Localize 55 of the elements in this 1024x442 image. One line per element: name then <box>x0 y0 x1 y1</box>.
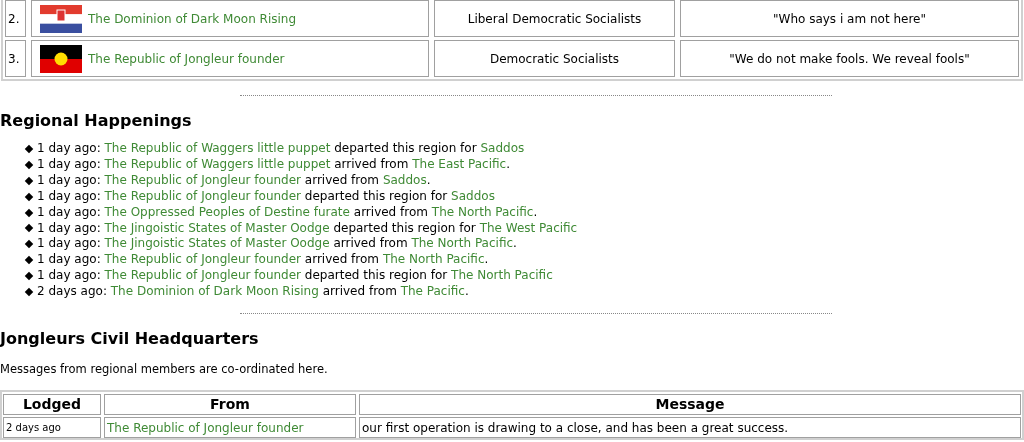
flag-icon <box>40 44 82 73</box>
section-description: Messages from regional members are co-ordinated here. <box>0 362 329 377</box>
rank-cell: 3. <box>5 40 26 77</box>
bullet-icon <box>24 271 34 281</box>
bullet-icon <box>24 176 34 185</box>
bullet-icon <box>24 287 34 297</box>
region-link[interactable]: Saddos <box>382 172 427 187</box>
event-text: 1 day ago: The Jingoistic States of Master Oodge arrived from The North Pacific. <box>37 236 517 253</box>
nation-link[interactable]: The Republic of Waggers little puppet <box>104 141 331 155</box>
motto-cell: "We do not make fools. We reveal fools" <box>680 40 1019 77</box>
nation-link[interactable]: The Republic of Jongleur founder <box>104 172 302 187</box>
event-text: 1 day ago: The Republic of Jongleur founder arrived from Saddos. <box>37 172 431 189</box>
region-link[interactable]: The North Pacific <box>382 252 485 267</box>
government-cell: Democratic Socialists <box>434 40 675 77</box>
date-cell: 2 days ago <box>3 417 101 439</box>
bullet-icon <box>24 240 34 249</box>
bullet-icon <box>24 256 34 265</box>
region-link[interactable]: The North Pacific <box>451 268 553 283</box>
column-header: Lodged <box>3 394 101 416</box>
nation-link[interactable]: The Oppressed Peoples of Destine furate <box>104 204 350 219</box>
nation-link[interactable]: The Republic of Waggers little puppet <box>104 156 331 171</box>
motto-cell: "Who says i am not here" <box>680 0 1019 37</box>
nation-link[interactable]: The Republic of Jongleur founder <box>104 252 302 267</box>
message-cell: our first operation is drawing to a close, and has been a great success. <box>359 417 1021 439</box>
region-link[interactable]: The Pacific <box>400 284 465 299</box>
event-text: 1 day ago: The Republic of Waggers little puppet departed this region for Saddos <box>37 141 525 157</box>
nation-link[interactable]: The Republic of Jongleur founder <box>104 188 302 203</box>
nation-link[interactable]: The Jingoistic States of Master Oodge <box>104 236 330 251</box>
nation-link[interactable]: The Dominion of Dark Moon Rising <box>110 284 319 299</box>
bullet-icon <box>24 144 34 154</box>
column-header: From <box>104 394 356 416</box>
event-text: 1 day ago: The Republic of Waggers little puppet arrived from The East Pacific. <box>37 156 511 173</box>
nation-link[interactable]: The Republic of Jongleur founder <box>107 418 304 437</box>
nation-link[interactable]: The Dominion of Dark Moon Rising <box>88 9 297 28</box>
region-link[interactable]: Saddos <box>451 188 495 203</box>
bullet-icon <box>24 208 34 217</box>
nation-link[interactable]: The Republic of Jongleur founder <box>104 268 302 283</box>
event-text: 1 day ago: The Republic of Jongleur founder departed this region for Saddos <box>37 188 495 205</box>
government-cell: Liberal Democratic Socialists <box>434 0 675 37</box>
region-link[interactable]: The West Pacific <box>479 220 578 235</box>
event-text: 1 day ago: The Republic of Jongleur founder arrived from The North Pacific. <box>37 252 489 269</box>
column-header: Message <box>359 394 1021 416</box>
bullet-icon <box>24 224 34 233</box>
event-text: 1 day ago: The Oppressed Peoples of Destine furate arrived from The North Pacific. <box>37 204 538 221</box>
nation-link[interactable]: The Republic of Jongleur founder <box>88 49 285 68</box>
region-link[interactable]: Saddos <box>480 141 525 155</box>
bullet-icon <box>24 160 34 170</box>
rank-cell: 2. <box>5 0 26 37</box>
bullet-icon <box>24 192 34 201</box>
event-text: 1 day ago: The Jingoistic States of Master Oodge departed this region for The West Pacific <box>37 220 578 237</box>
nation-link[interactable]: The Jingoistic States of Master Oodge <box>104 220 330 235</box>
section-heading: Regional Happenings <box>0 111 193 131</box>
event-text: 1 day ago: The Republic of Jongleur founder departed this region for The North Pacific <box>37 268 553 285</box>
flag-icon <box>40 4 82 33</box>
event-text: 2 days ago: The Dominion of Dark Moon Rising arrived from The Pacific. <box>37 284 469 301</box>
